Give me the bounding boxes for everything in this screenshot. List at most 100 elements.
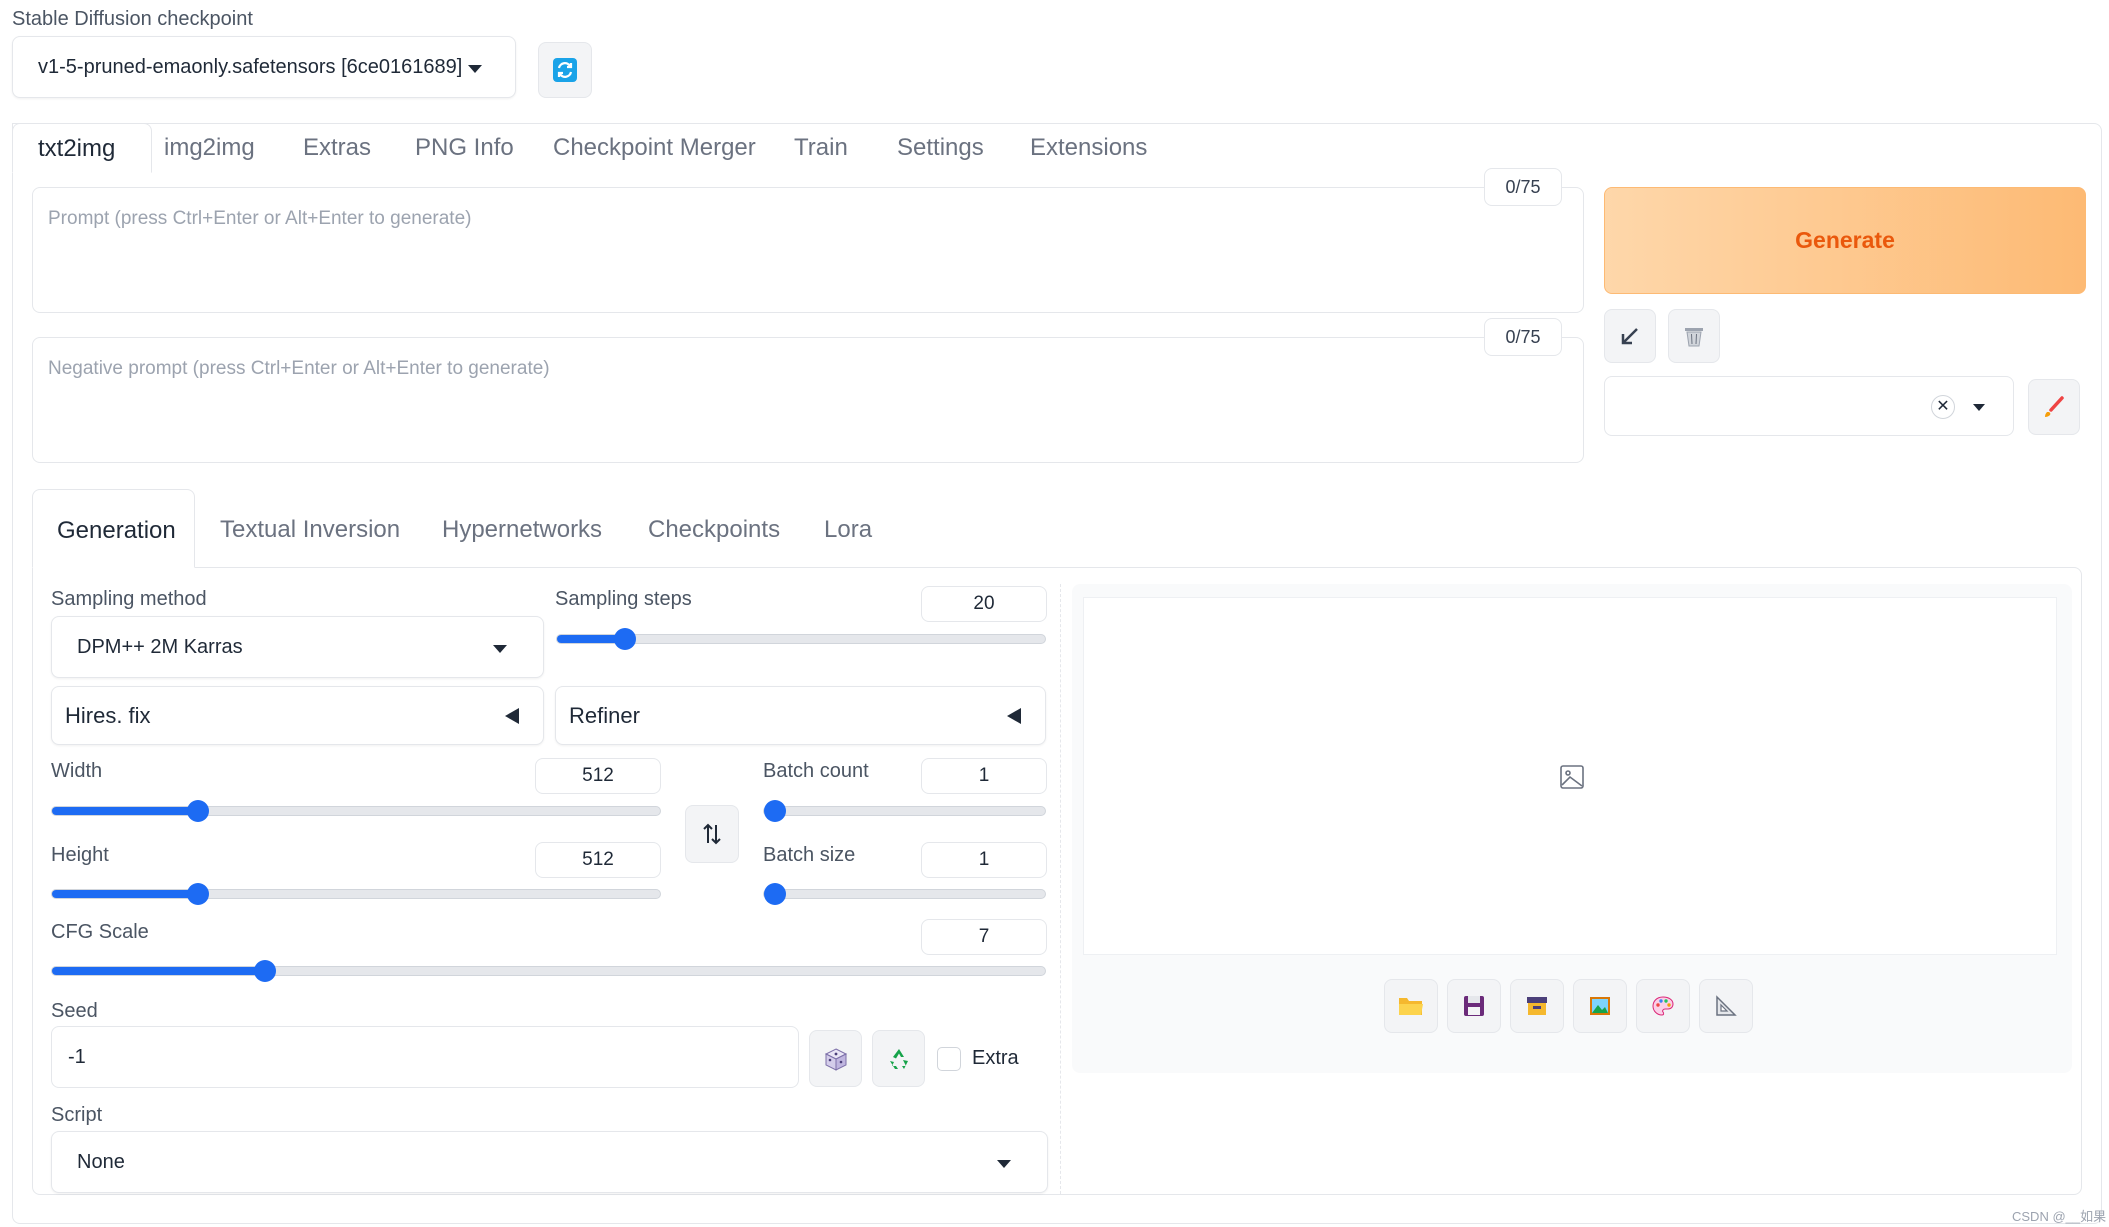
sampling-steps-label: Sampling steps xyxy=(555,588,692,610)
random-seed-button[interactable] xyxy=(809,1030,862,1087)
clear-prompt-button[interactable] xyxy=(1668,309,1720,363)
tab-img2img[interactable]: img2img xyxy=(164,134,255,162)
checkpoint-value: v1-5-pruned-emaonly.safetensors [6ce0161… xyxy=(38,56,463,78)
paintbrush-icon xyxy=(2045,396,2064,417)
width-label: Width xyxy=(51,760,103,782)
slider-thumb[interactable] xyxy=(186,800,209,822)
hires-fix-accordion[interactable]: Hires. fix xyxy=(51,686,544,745)
swap-dimensions-button[interactable] xyxy=(685,805,739,863)
prompt-textarea[interactable]: Prompt (press Ctrl+Enter or Alt+Enter to… xyxy=(32,187,1584,313)
column-divider xyxy=(1060,584,1061,1194)
zip-button[interactable] xyxy=(1510,979,1564,1033)
height-input[interactable]: 512 xyxy=(535,842,661,878)
slider-thumb[interactable] xyxy=(186,883,209,905)
chevron-down-icon xyxy=(468,65,482,73)
negative-prompt-textarea[interactable]: Negative prompt (press Ctrl+Enter or Alt… xyxy=(32,337,1584,463)
refiner-accordion[interactable]: Refiner xyxy=(555,686,1046,745)
tab-label: Generation xyxy=(57,517,176,544)
recycle-icon xyxy=(889,1048,908,1069)
edit-styles-button[interactable] xyxy=(2028,379,2080,435)
watermark-text: CSDN @__如果 xyxy=(2012,1209,2107,1224)
refiner-label: Refiner xyxy=(569,703,640,728)
chevron-down-icon xyxy=(997,1160,1011,1168)
image-placeholder-icon xyxy=(1560,765,1584,789)
tab-checkpoints[interactable]: Checkpoints xyxy=(648,516,780,544)
read-params-button[interactable] xyxy=(1604,309,1656,363)
tab-extensions[interactable]: Extensions xyxy=(1030,134,1147,162)
slider-fill xyxy=(52,807,198,815)
generate-label: Generate xyxy=(1795,227,1895,253)
hires-fix-label: Hires. fix xyxy=(65,703,151,728)
arrow-down-left-icon xyxy=(1621,328,1638,345)
archive-icon xyxy=(1527,997,1547,1015)
cfg-scale-slider[interactable] xyxy=(51,960,1046,982)
width-input[interactable]: 512 xyxy=(535,758,661,794)
send-to-extras-button[interactable] xyxy=(1699,979,1753,1033)
slider-fill xyxy=(52,967,266,975)
sampling-method-select[interactable]: DPM++ 2M Karras xyxy=(51,616,544,678)
dice-icon xyxy=(824,1047,847,1071)
batch-count-slider[interactable] xyxy=(763,800,1046,822)
refresh-icon xyxy=(553,58,577,82)
send-to-inpaint-button[interactable] xyxy=(1636,979,1690,1033)
extra-checkbox[interactable] xyxy=(937,1047,961,1071)
send-to-img2img-button[interactable] xyxy=(1573,979,1627,1033)
tab-textual-inversion[interactable]: Textual Inversion xyxy=(220,516,400,544)
tab-label: txt2img xyxy=(38,135,116,162)
slider-thumb[interactable] xyxy=(764,800,786,822)
prompt-placeholder: Prompt (press Ctrl+Enter or Alt+Enter to… xyxy=(48,208,472,229)
clear-icon[interactable]: ✕ xyxy=(1931,395,1955,419)
checkpoint-select[interactable]: v1-5-pruned-emaonly.safetensors [6ce0161… xyxy=(12,36,516,98)
generate-button[interactable]: Generate xyxy=(1604,187,2086,294)
checkpoint-label: Stable Diffusion checkpoint xyxy=(12,8,253,30)
seed-label: Seed xyxy=(51,1000,98,1022)
height-label: Height xyxy=(51,844,109,866)
picture-icon xyxy=(1590,997,1610,1015)
width-slider[interactable] xyxy=(51,800,661,822)
seed-input[interactable]: -1 xyxy=(51,1026,799,1088)
tab-hypernetworks[interactable]: Hypernetworks xyxy=(442,516,602,544)
sampling-method-label: Sampling method xyxy=(51,588,207,610)
cfg-scale-label: CFG Scale xyxy=(51,921,149,943)
tab-train[interactable]: Train xyxy=(794,134,848,162)
negative-prompt-token-counter: 0/75 xyxy=(1484,318,1562,356)
chevron-down-icon xyxy=(493,645,507,653)
batch-count-label: Batch count xyxy=(763,760,869,782)
triangle-ruler-icon xyxy=(1716,995,1737,1016)
tab-checkpoint-merger[interactable]: Checkpoint Merger xyxy=(553,134,756,162)
sampling-method-value: DPM++ 2M Karras xyxy=(77,636,243,658)
styles-select[interactable]: ✕ xyxy=(1604,376,2014,436)
reuse-seed-button[interactable] xyxy=(872,1030,925,1087)
script-select[interactable]: None xyxy=(51,1131,1048,1193)
sampling-steps-input[interactable]: 20 xyxy=(921,586,1047,622)
tab-txt2img[interactable]: txt2img xyxy=(12,123,152,173)
collapse-arrow-icon xyxy=(1007,708,1021,724)
swap-arrows-icon xyxy=(703,823,721,845)
slider-thumb[interactable] xyxy=(764,883,786,905)
save-button[interactable] xyxy=(1447,979,1501,1033)
cfg-scale-input[interactable]: 7 xyxy=(921,919,1047,955)
floppy-disk-icon xyxy=(1464,996,1484,1016)
refresh-checkpoint-button[interactable] xyxy=(538,42,592,98)
slider-fill xyxy=(52,890,198,898)
tab-lora[interactable]: Lora xyxy=(824,516,872,544)
tab-extras[interactable]: Extras xyxy=(303,134,371,162)
tab-settings[interactable]: Settings xyxy=(897,134,984,162)
tab-generation[interactable]: Generation xyxy=(32,489,195,568)
palette-icon xyxy=(1652,996,1674,1016)
batch-size-slider[interactable] xyxy=(763,883,1046,905)
negative-prompt-placeholder: Negative prompt (press Ctrl+Enter or Alt… xyxy=(48,358,550,379)
height-slider[interactable] xyxy=(51,883,661,905)
open-folder-button[interactable] xyxy=(1384,979,1438,1033)
sampling-steps-slider[interactable] xyxy=(556,628,1046,650)
output-gallery xyxy=(1083,597,2057,955)
collapse-arrow-icon xyxy=(505,708,519,724)
tab-png-info[interactable]: PNG Info xyxy=(415,134,514,162)
chevron-down-icon xyxy=(1973,404,1985,411)
script-label: Script xyxy=(51,1104,103,1126)
batch-size-input[interactable]: 1 xyxy=(921,842,1047,878)
prompt-token-counter: 0/75 xyxy=(1484,168,1562,206)
trash-icon xyxy=(1685,328,1703,347)
batch-count-input[interactable]: 1 xyxy=(921,758,1047,794)
script-value: None xyxy=(77,1151,125,1173)
